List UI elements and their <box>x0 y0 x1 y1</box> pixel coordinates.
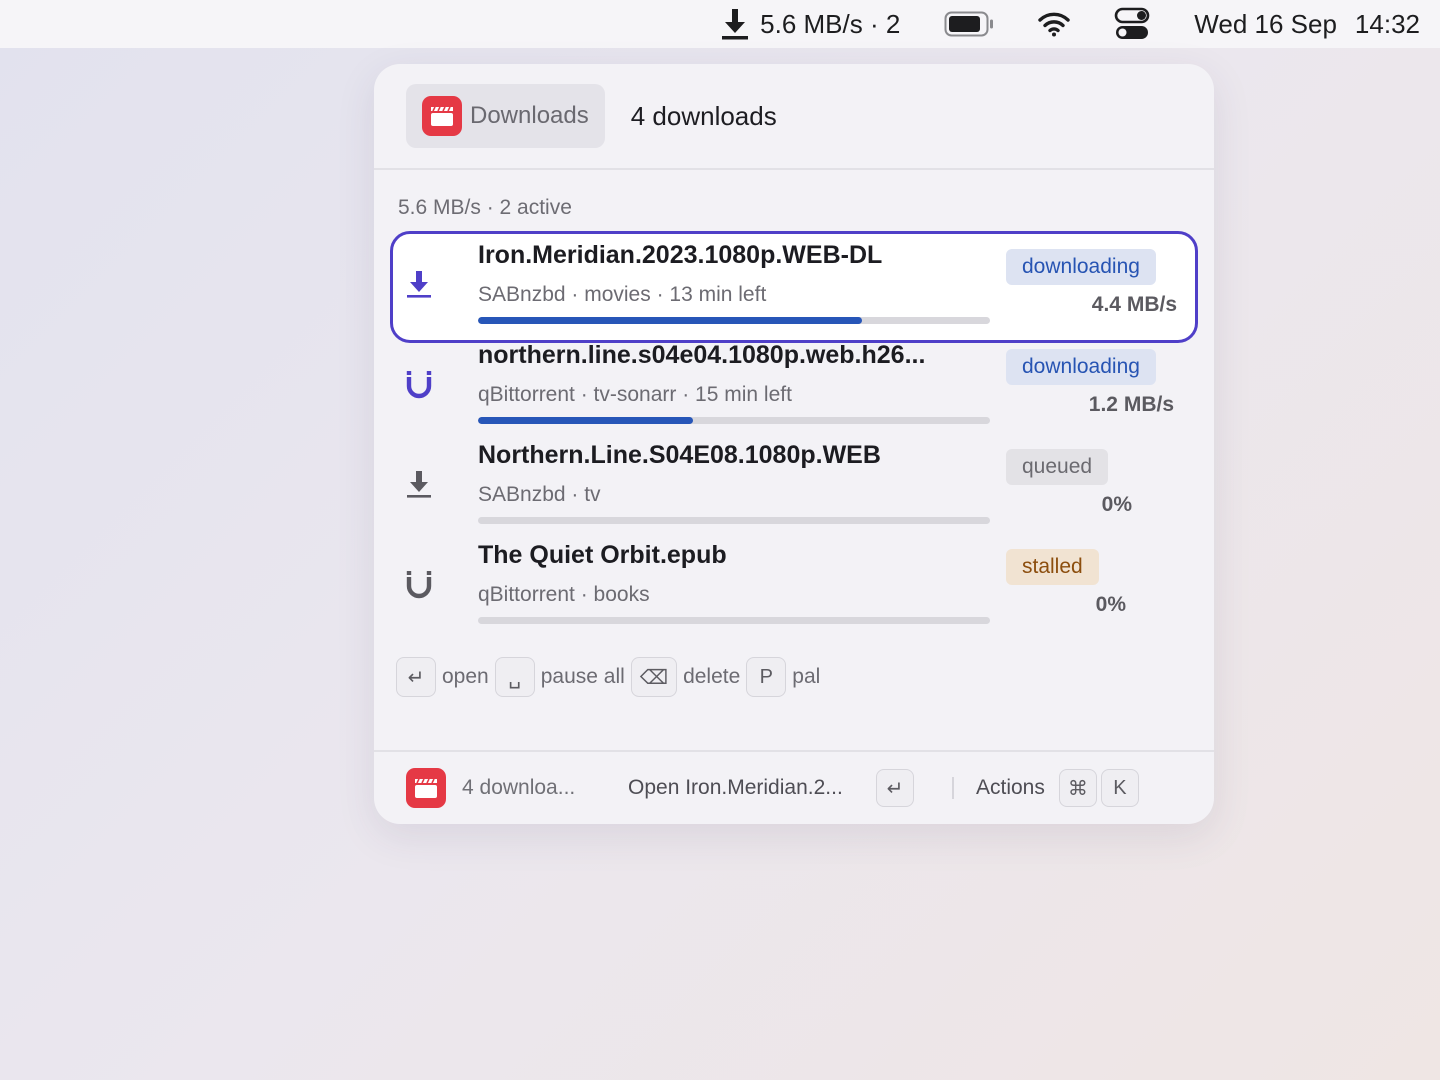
progress-bar <box>478 517 990 524</box>
menubar-time[interactable]: 14:32 <box>1355 9 1420 40</box>
menubar-wifi[interactable] <box>1038 11 1070 37</box>
action-footer: 4 downloa... Open Iron.Meridian.2... ↵ A… <box>374 750 1214 824</box>
status-badge: queued <box>1006 449 1109 485</box>
download-row[interactable]: Iron.Meridian.2023.1080p.WEB-DL SABnzbd … <box>390 231 1198 343</box>
status-badge: stalled <box>1006 549 1099 585</box>
download-subtitle: qBittorrent · books <box>478 583 650 606</box>
command-label: Downloads <box>470 102 589 129</box>
clapperboard-icon <box>422 96 462 136</box>
keyboard-hints: ↵ open ␣ pause all ⌫ delete P pal <box>396 657 826 697</box>
download-rate: 4.4 MB/s <box>1091 293 1177 316</box>
download-rate: 0% <box>1101 493 1132 516</box>
p-key[interactable]: P <box>746 657 787 697</box>
progress-fill <box>478 317 862 324</box>
panel-header: Downloads 4 downloads <box>374 64 1214 170</box>
command-key[interactable]: ⌘ <box>1058 769 1097 807</box>
wifi-icon <box>1038 12 1070 37</box>
download-row[interactable]: The Quiet Orbit.epub qBittorrent · books… <box>390 531 1198 631</box>
battery-icon <box>944 11 994 37</box>
magnet-icon <box>406 371 432 399</box>
page-title: 4 downloads <box>630 100 777 131</box>
delete-hint-label: delete <box>683 665 741 688</box>
open-hint-label: open <box>442 665 489 688</box>
menu-bar: 5.6 MB/s · 2 Wed 16 Sep 14:32 <box>0 0 1440 48</box>
download-row[interactable]: Northern.Line.S04E08.1080p.WEB SABnzbd ·… <box>390 431 1198 531</box>
download-subtitle: qBittorrent · tv-sonarr · 15 min left <box>478 383 792 406</box>
pal-hint-label: pal <box>792 665 821 688</box>
clapperboard-icon <box>406 768 446 808</box>
menubar-download-status[interactable]: 5.6 MB/s · 2 <box>720 7 900 41</box>
menubar-battery[interactable] <box>944 11 994 37</box>
download-title: northern.line.s04e04.1080p.web.h26... <box>478 341 926 369</box>
k-key[interactable]: K <box>1100 769 1139 807</box>
download-rate: 1.2 MB/s <box>1088 393 1174 416</box>
progress-bar <box>478 417 990 424</box>
menubar-date[interactable]: Wed 16 Sep <box>1194 9 1337 40</box>
primary-action-key[interactable]: ↵ <box>876 769 914 807</box>
pause-all-hint-label: pause all <box>540 665 625 688</box>
downloads-panel: Downloads 4 downloads 5.6 MB/s · 2 activ… <box>374 64 1214 824</box>
status-badge: downloading <box>1006 349 1156 385</box>
menubar-download-text: 5.6 MB/s · 2 <box>760 8 901 39</box>
progress-bar <box>478 617 990 624</box>
primary-action-button[interactable]: Open Iron.Meridian.2... <box>628 776 876 800</box>
magnet-icon <box>406 571 432 599</box>
download-row[interactable]: northern.line.s04e04.1080p.web.h26... qB… <box>390 331 1198 431</box>
section-title: 5.6 MB/s · 2 active <box>398 196 572 219</box>
download-subtitle: SABnzbd · tv <box>478 483 601 506</box>
download-title: Iron.Meridian.2023.1080p.WEB-DL <box>478 241 883 269</box>
download-rate: 0% <box>1095 593 1126 616</box>
enter-key[interactable]: ↵ <box>396 657 436 697</box>
progress-fill <box>478 417 694 424</box>
status-badge: downloading <box>1006 249 1156 285</box>
download-title: The Quiet Orbit.epub <box>478 541 727 569</box>
download-icon <box>722 9 749 40</box>
progress-bar <box>478 317 990 324</box>
command-chip[interactable]: Downloads <box>406 84 605 148</box>
footer-app-name: 4 downloa... <box>462 776 576 799</box>
control-center-icon <box>1114 7 1150 39</box>
download-icon <box>407 271 431 298</box>
download-title: Northern.Line.S04E08.1080p.WEB <box>478 441 881 469</box>
actions-button[interactable]: Actions <box>976 776 1045 800</box>
footer-divider <box>952 777 954 799</box>
download-icon <box>407 471 431 498</box>
downloads-list: Iron.Meridian.2023.1080p.WEB-DL SABnzbd … <box>390 231 1198 631</box>
space-key[interactable]: ␣ <box>494 657 535 697</box>
delete-key[interactable]: ⌫ <box>630 657 678 697</box>
menubar-control-center[interactable] <box>1114 7 1150 41</box>
download-subtitle: SABnzbd · movies · 13 min left <box>478 283 767 306</box>
